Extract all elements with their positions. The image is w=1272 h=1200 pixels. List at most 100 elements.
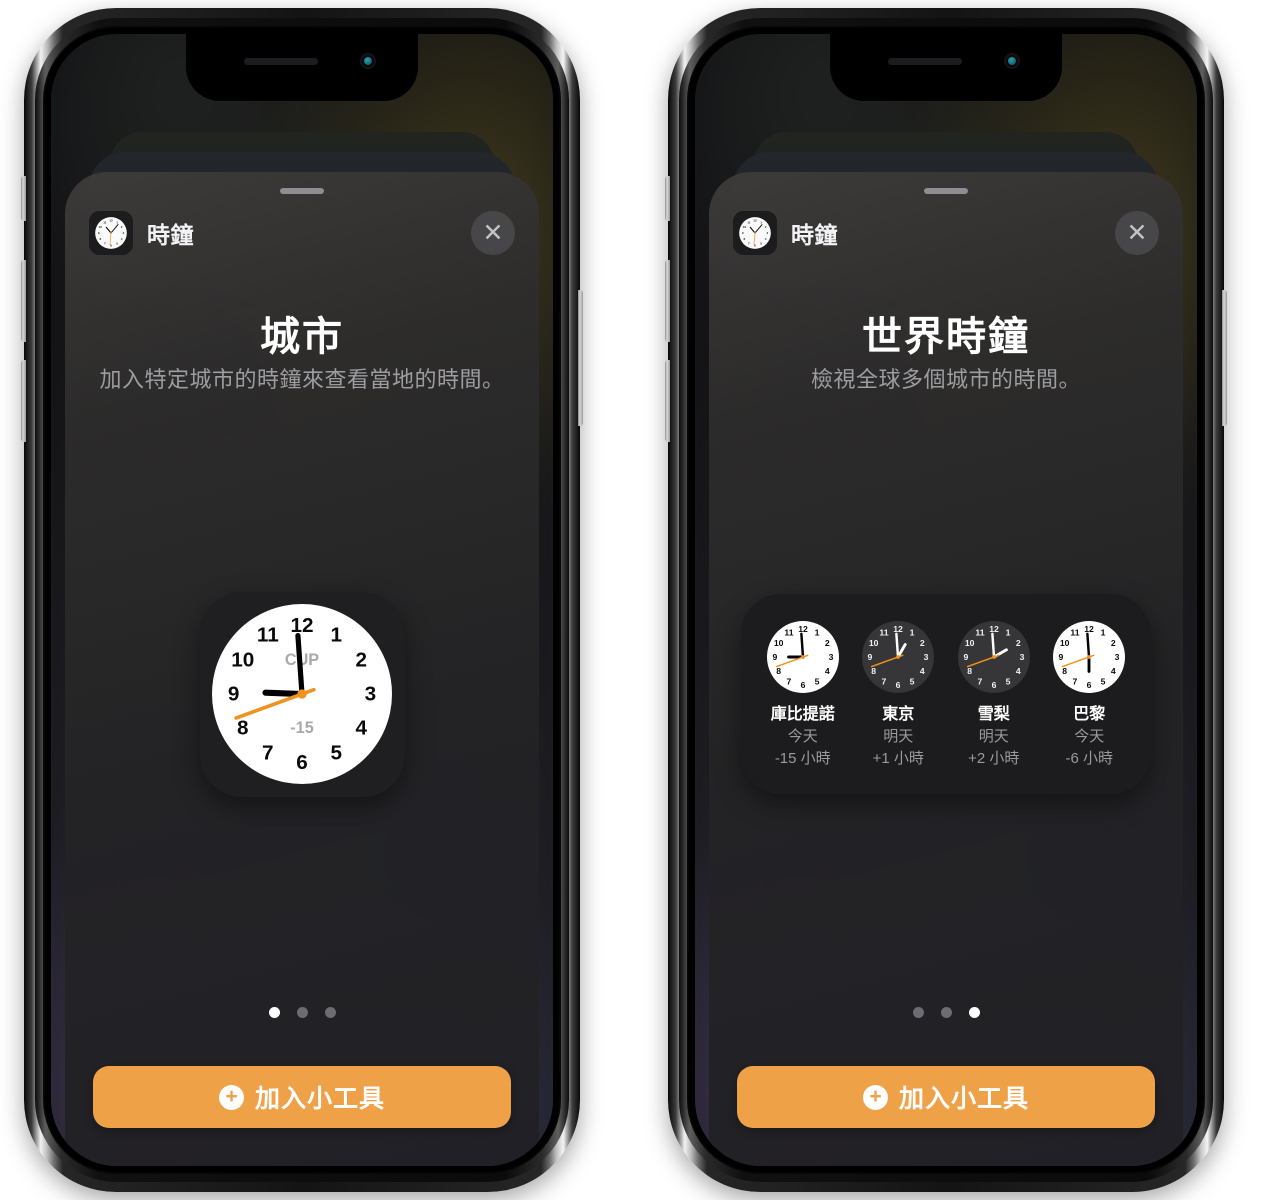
sheet-grabber[interactable] <box>280 188 324 194</box>
page-indicator <box>709 1007 1183 1018</box>
clock-face-icon: 12 1 2 3 4 5 6 7 8 9 10 11 <box>862 620 935 693</box>
page-dot[interactable] <box>912 1007 924 1018</box>
svg-text:7: 7 <box>1073 676 1078 686</box>
city-offset: +1 小時 <box>872 749 924 767</box>
mute-switch[interactable] <box>21 176 26 221</box>
world-clock-city[interactable]: 12 1 2 3 4 5 6 7 8 9 10 11 巴黎 今天 -6 小時 <box>1043 620 1135 768</box>
world-clock-city[interactable]: 12 1 2 3 4 5 6 7 8 9 10 11 雪梨 明天 +2 小時 <box>948 620 1040 768</box>
svg-text:4: 4 <box>825 666 830 676</box>
svg-text:1: 1 <box>1005 627 1010 637</box>
close-icon[interactable]: ✕ <box>1115 211 1159 255</box>
power-button[interactable] <box>1222 290 1227 426</box>
svg-text:8: 8 <box>99 237 101 241</box>
svg-text:8: 8 <box>776 666 781 676</box>
volume-up-button[interactable] <box>665 260 670 342</box>
sheet-grabber[interactable] <box>924 188 968 194</box>
plus-circle-icon: + <box>862 1084 888 1110</box>
svg-text:3: 3 <box>766 231 768 235</box>
svg-text:7: 7 <box>882 676 887 686</box>
page-dot[interactable] <box>268 1007 280 1018</box>
svg-text:4: 4 <box>355 717 367 740</box>
app-name: 時鐘 <box>791 222 838 248</box>
screenshot-stage: 12 1 2 3 4 5 6 7 8 9 10 11 時鐘 ✕ 城市 加入特定城市的時鐘來查看當地的時… <box>0 0 1272 1200</box>
clock-icon: 12 1 2 3 4 5 6 7 8 9 10 11 <box>733 211 777 255</box>
clock-icon: 12 1 2 3 4 5 6 7 8 9 10 11 <box>89 211 133 255</box>
svg-text:-15: -15 <box>290 719 313 737</box>
page-dot[interactable] <box>324 1007 336 1018</box>
svg-text:7: 7 <box>104 242 106 246</box>
mute-switch[interactable] <box>665 176 670 221</box>
city-day: 今天 <box>787 727 818 745</box>
svg-text:1: 1 <box>116 220 118 224</box>
svg-text:1: 1 <box>760 220 762 224</box>
add-widget-button[interactable]: + 加入小工具 <box>93 1066 511 1128</box>
svg-text:12: 12 <box>290 614 313 637</box>
svg-text:7: 7 <box>977 676 982 686</box>
svg-text:5: 5 <box>910 676 915 686</box>
svg-text:1: 1 <box>330 623 342 646</box>
svg-text:10: 10 <box>774 637 784 647</box>
phone-screen: 12 1 2 3 4 5 6 7 8 9 10 11 時鐘 ✕ 城市 加入特定城市的時鐘來查看當地的時… <box>51 34 553 1166</box>
svg-text:2: 2 <box>355 648 367 671</box>
svg-text:10: 10 <box>743 225 747 229</box>
earpiece-speaker-icon <box>244 58 318 65</box>
svg-text:8: 8 <box>237 717 249 740</box>
svg-text:1: 1 <box>910 627 915 637</box>
svg-text:4: 4 <box>121 237 123 241</box>
svg-text:5: 5 <box>814 676 819 686</box>
svg-text:12: 12 <box>989 623 999 633</box>
sheet-header: 12 1 2 3 4 5 6 7 8 9 10 11 時鐘 ✕ <box>89 210 515 256</box>
city-name: 庫比提諾 <box>770 705 835 723</box>
front-camera-icon <box>1004 53 1020 69</box>
volume-down-button[interactable] <box>665 360 670 442</box>
svg-text:9: 9 <box>963 652 968 662</box>
widget-preview-world-clock[interactable]: 12 1 2 3 4 5 6 7 8 9 10 11 庫比提諾 今天 -15 小時 12 1 2 3 4 5 6 7… <box>741 594 1151 794</box>
svg-text:8: 8 <box>1063 666 1068 676</box>
svg-text:11: 11 <box>1071 627 1080 637</box>
city-offset: +2 小時 <box>968 749 1020 767</box>
power-button[interactable] <box>578 290 583 426</box>
svg-text:6: 6 <box>754 243 756 247</box>
page-dot[interactable] <box>296 1007 308 1018</box>
page-indicator <box>65 1007 539 1018</box>
clock-face-icon: 12 1 2 3 4 5 6 7 8 9 10 11 <box>957 620 1030 693</box>
svg-text:2: 2 <box>1016 637 1021 647</box>
world-clock-city[interactable]: 12 1 2 3 4 5 6 7 8 9 10 11 東京 明天 +1 小時 <box>852 620 944 768</box>
svg-text:8: 8 <box>872 666 877 676</box>
svg-text:11: 11 <box>784 627 793 637</box>
svg-text:10: 10 <box>869 637 879 647</box>
page-title: 世界時鐘 <box>862 315 1030 359</box>
volume-down-button[interactable] <box>21 360 26 442</box>
close-icon[interactable]: ✕ <box>471 211 515 255</box>
svg-text:3: 3 <box>924 652 929 662</box>
notch <box>186 34 418 101</box>
clock-face-icon: 12 1 2 3 4 5 6 7 8 9 10 11 <box>1053 620 1126 693</box>
svg-text:9: 9 <box>868 652 873 662</box>
svg-text:4: 4 <box>1016 666 1021 676</box>
svg-text:5: 5 <box>116 242 118 246</box>
app-name: 時鐘 <box>147 222 194 248</box>
svg-text:7: 7 <box>786 676 791 686</box>
world-clock-city[interactable]: 12 1 2 3 4 5 6 7 8 9 10 11 庫比提諾 今天 -15 小時 <box>757 620 849 768</box>
volume-up-button[interactable] <box>21 260 26 342</box>
svg-text:3: 3 <box>1019 652 1024 662</box>
svg-text:11: 11 <box>103 220 107 224</box>
page-title: 城市 <box>260 315 344 359</box>
svg-text:11: 11 <box>880 627 889 637</box>
page-dot[interactable] <box>968 1007 980 1018</box>
svg-text:1: 1 <box>1101 627 1106 637</box>
widget-preview-city-clock[interactable]: 121234567891011CUP-15 <box>199 591 405 797</box>
svg-text:9: 9 <box>228 683 240 706</box>
svg-text:12: 12 <box>798 623 808 633</box>
city-offset: -6 小時 <box>1065 749 1113 767</box>
page-dot[interactable] <box>940 1007 952 1018</box>
add-widget-button[interactable]: + 加入小工具 <box>737 1066 1155 1128</box>
svg-text:6: 6 <box>1087 680 1092 690</box>
city-name: 東京 <box>882 705 915 723</box>
svg-text:3: 3 <box>365 683 377 706</box>
svg-text:1: 1 <box>814 627 819 637</box>
svg-text:6: 6 <box>800 680 805 690</box>
svg-text:6: 6 <box>896 680 901 690</box>
svg-text:10: 10 <box>965 637 975 647</box>
svg-text:5: 5 <box>1101 676 1106 686</box>
